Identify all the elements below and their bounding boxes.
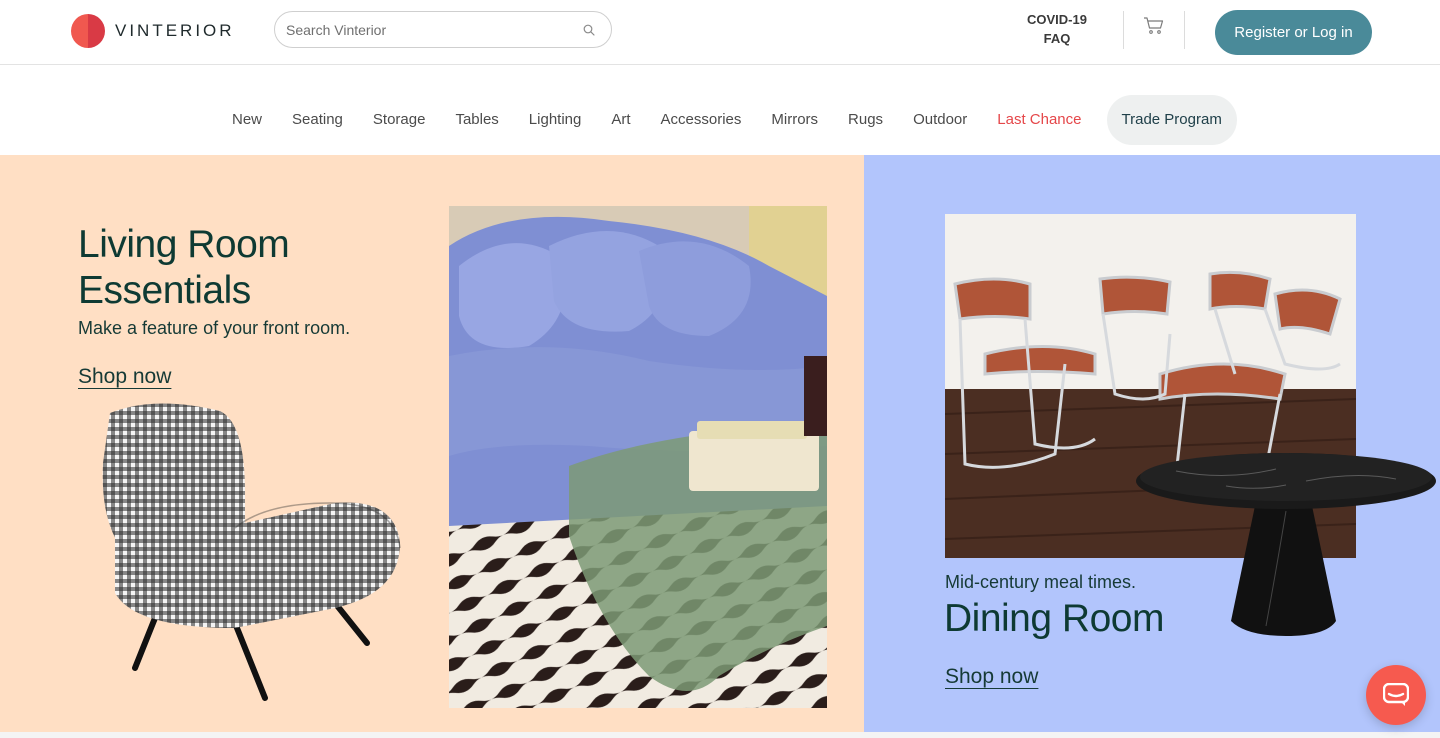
nav-item-new[interactable]: New bbox=[217, 95, 277, 145]
dining-room-title: Dining Room bbox=[944, 597, 1164, 640]
next-section-edge bbox=[0, 732, 1440, 738]
nav-item-mirrors[interactable]: Mirrors bbox=[756, 95, 833, 145]
living-room-shop-now-link[interactable]: Shop now bbox=[78, 365, 171, 389]
living-room-subtitle: Make a feature of your front room. bbox=[78, 318, 351, 338]
living-room-title-line2: Essentials bbox=[78, 269, 251, 312]
nav-item-tables[interactable]: Tables bbox=[440, 95, 513, 145]
nav-item-lighting[interactable]: Lighting bbox=[514, 95, 597, 145]
chat-widget-button[interactable] bbox=[1366, 665, 1426, 725]
nav-item-rugs[interactable]: Rugs bbox=[833, 95, 898, 145]
living-room-title: Living Room Essentials bbox=[78, 222, 398, 314]
category-nav: New Seating Storage Tables Lighting Art … bbox=[0, 65, 1440, 155]
nav-item-last-chance[interactable]: Last Chance bbox=[982, 95, 1096, 145]
living-room-banner: Living Room Essentials Make a feature of… bbox=[0, 155, 864, 732]
header-divider bbox=[1123, 11, 1124, 49]
logo[interactable]: VINTERIOR bbox=[71, 14, 235, 48]
covid-faq-line2: FAQ bbox=[1043, 31, 1071, 46]
cart-icon[interactable] bbox=[1143, 15, 1165, 37]
chat-icon bbox=[1383, 683, 1409, 706]
dining-room-banner: Mid-century meal times. Dining Room Shop… bbox=[864, 155, 1440, 732]
nav-item-outdoor[interactable]: Outdoor bbox=[898, 95, 982, 145]
logo-mark-icon bbox=[71, 14, 105, 48]
logo-text: VINTERIOR bbox=[115, 21, 235, 40]
dining-room-subtitle: Mid-century meal times. bbox=[945, 572, 1137, 592]
site-header: VINTERIOR COVID-19 FAQ Register or Log i… bbox=[0, 0, 1440, 65]
covid-faq-link[interactable]: COVID-19 FAQ bbox=[1018, 10, 1096, 48]
register-login-button[interactable]: Register or Log in bbox=[1215, 10, 1372, 55]
armchair-image[interactable] bbox=[95, 403, 405, 703]
sofa-coffee-table-image[interactable] bbox=[449, 206, 827, 708]
search-input[interactable] bbox=[286, 20, 566, 40]
dining-room-shop-now-link[interactable]: Shop now bbox=[945, 665, 1038, 689]
nav-item-art[interactable]: Art bbox=[596, 95, 645, 145]
header-divider bbox=[1184, 11, 1185, 49]
category-nav-list: New Seating Storage Tables Lighting Art … bbox=[217, 95, 1237, 145]
living-room-title-line1: Living Room bbox=[78, 223, 290, 266]
search-icon[interactable] bbox=[583, 24, 595, 36]
marble-table-image[interactable] bbox=[1136, 451, 1436, 641]
covid-faq-line1: COVID-19 bbox=[1027, 12, 1087, 27]
nav-item-seating[interactable]: Seating bbox=[277, 95, 358, 145]
nav-item-trade-program[interactable]: Trade Program bbox=[1106, 95, 1237, 145]
search-box[interactable] bbox=[274, 11, 612, 48]
nav-item-storage[interactable]: Storage bbox=[358, 95, 441, 145]
nav-item-accessories[interactable]: Accessories bbox=[646, 95, 757, 145]
